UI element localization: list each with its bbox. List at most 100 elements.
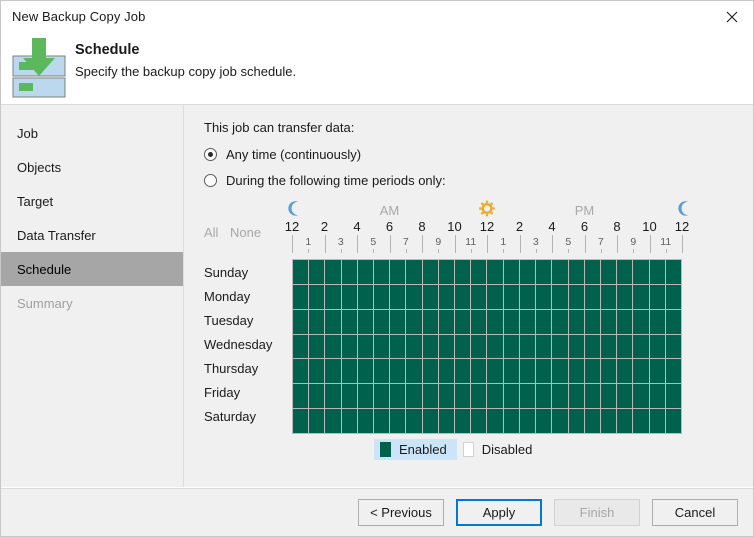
grid-cell[interactable] [666,335,681,359]
grid-cell[interactable] [293,310,308,334]
grid-cell[interactable] [601,285,616,309]
grid-cell[interactable] [585,359,600,383]
sidebar-item-data-transfer[interactable]: Data Transfer [1,218,183,252]
grid-cell[interactable] [293,335,308,359]
grid-cell[interactable] [390,384,405,408]
grid-cell[interactable] [650,359,665,383]
radio-time-periods[interactable]: During the following time periods only: [204,173,446,188]
grid-cell[interactable] [406,384,421,408]
grid-cell[interactable] [650,310,665,334]
previous-button[interactable]: < Previous [358,499,444,526]
grid-cell[interactable] [374,260,389,284]
grid-cell[interactable] [504,310,519,334]
grid-cell[interactable] [650,409,665,433]
grid-cell[interactable] [569,359,584,383]
grid-cell[interactable] [617,285,632,309]
grid-cell[interactable] [617,335,632,359]
grid-cell[interactable] [585,409,600,433]
grid-cell[interactable] [293,285,308,309]
grid-cell[interactable] [650,260,665,284]
grid-cell[interactable] [423,260,438,284]
grid-cell[interactable] [439,285,454,309]
grid-cell[interactable] [520,260,535,284]
grid-cell[interactable] [536,260,551,284]
grid-cell[interactable] [552,260,567,284]
grid-cell[interactable] [374,310,389,334]
grid-cell[interactable] [471,384,486,408]
grid-cell[interactable] [293,384,308,408]
grid-cell[interactable] [569,384,584,408]
grid-cell[interactable] [390,359,405,383]
grid-cell[interactable] [552,359,567,383]
grid-cell[interactable] [439,409,454,433]
grid-cell[interactable] [536,310,551,334]
grid-cell[interactable] [601,409,616,433]
grid-cell[interactable] [487,285,502,309]
grid-cell[interactable] [406,310,421,334]
apply-button[interactable]: Apply [456,499,542,526]
grid-cell[interactable] [520,384,535,408]
grid-cell[interactable] [293,409,308,433]
grid-cell[interactable] [666,359,681,383]
grid-cell[interactable] [471,409,486,433]
grid-cell[interactable] [633,260,648,284]
grid-cell[interactable] [666,285,681,309]
grid-cell[interactable] [520,285,535,309]
grid-cell[interactable] [536,285,551,309]
grid-cell[interactable] [309,409,324,433]
grid-cell[interactable] [455,359,470,383]
grid-cell[interactable] [309,335,324,359]
grid-cell[interactable] [406,260,421,284]
grid-cell[interactable] [633,359,648,383]
legend-enabled[interactable]: Enabled [374,439,457,460]
grid-cell[interactable] [455,260,470,284]
grid-cell[interactable] [293,260,308,284]
grid-cell[interactable] [666,260,681,284]
grid-cell[interactable] [536,384,551,408]
grid-cell[interactable] [423,359,438,383]
grid-cell[interactable] [585,260,600,284]
grid-cell[interactable] [504,285,519,309]
grid-cell[interactable] [552,310,567,334]
grid-cell[interactable] [569,260,584,284]
grid-cell[interactable] [487,335,502,359]
grid-cell[interactable] [504,359,519,383]
grid-cell[interactable] [585,335,600,359]
grid-cell[interactable] [374,285,389,309]
sidebar-item-objects[interactable]: Objects [1,150,183,184]
grid-cell[interactable] [325,335,340,359]
close-button[interactable] [709,1,754,32]
grid-cell[interactable] [309,260,324,284]
grid-cell[interactable] [439,260,454,284]
grid-cell[interactable] [487,359,502,383]
grid-cell[interactable] [423,285,438,309]
grid-cell[interactable] [439,359,454,383]
grid-cell[interactable] [325,384,340,408]
grid-cell[interactable] [666,310,681,334]
grid-cell[interactable] [520,335,535,359]
grid-cell[interactable] [390,260,405,284]
grid-cell[interactable] [504,260,519,284]
grid-cell[interactable] [358,359,373,383]
grid-cell[interactable] [471,310,486,334]
grid-cell[interactable] [601,335,616,359]
grid-cell[interactable] [569,335,584,359]
grid-cell[interactable] [423,310,438,334]
grid-cell[interactable] [342,359,357,383]
grid-cell[interactable] [342,409,357,433]
grid-cell[interactable] [520,409,535,433]
grid-cell[interactable] [487,260,502,284]
grid-cell[interactable] [374,409,389,433]
grid-cell[interactable] [358,310,373,334]
grid-cell[interactable] [504,409,519,433]
grid-cell[interactable] [617,310,632,334]
grid-cell[interactable] [309,384,324,408]
grid-cell[interactable] [585,310,600,334]
grid-cell[interactable] [585,285,600,309]
grid-cell[interactable] [552,409,567,433]
grid-cell[interactable] [552,285,567,309]
grid-cell[interactable] [390,335,405,359]
grid-cell[interactable] [520,359,535,383]
grid-cell[interactable] [617,359,632,383]
grid-cell[interactable] [666,409,681,433]
